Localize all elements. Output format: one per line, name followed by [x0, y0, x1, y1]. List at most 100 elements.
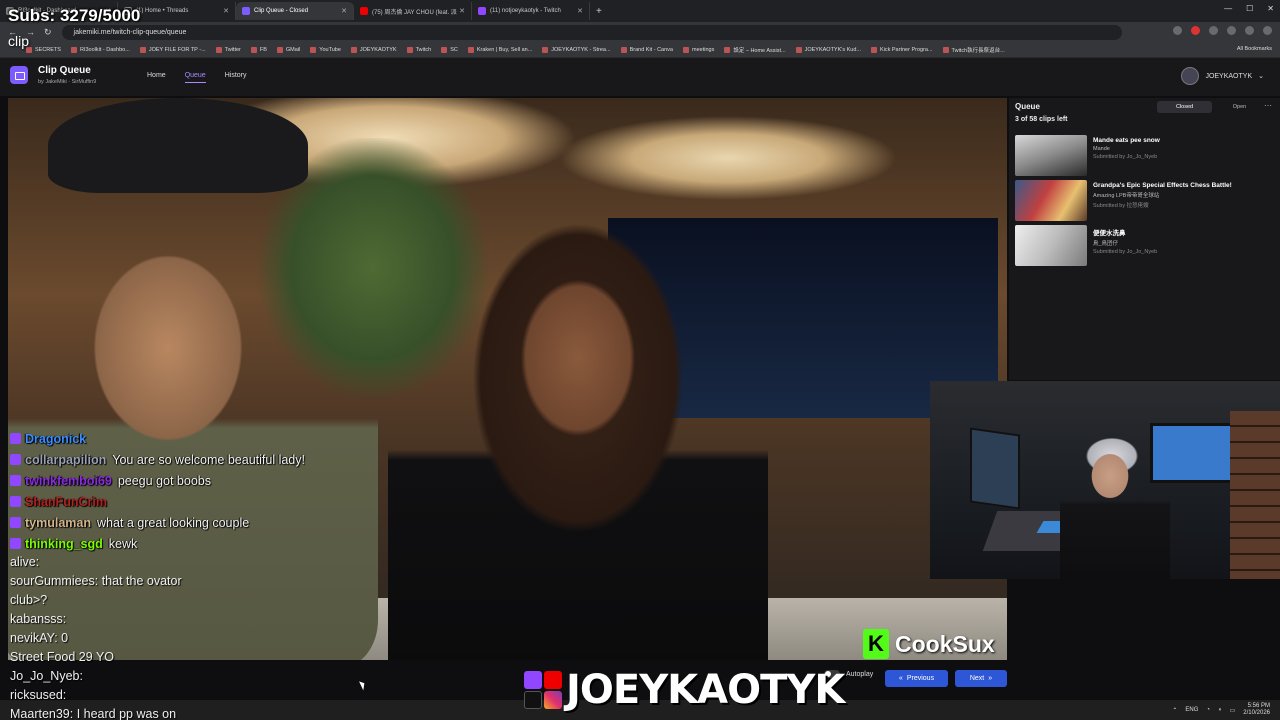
- menu-kebab-icon[interactable]: [1263, 26, 1272, 35]
- system-tray: ⌃ ENG ◔ ◖ ▭ 5:56 PM 2/10/2026: [1172, 703, 1270, 717]
- bookmark-label: Kick Partner Progra...: [879, 46, 933, 53]
- previous-button[interactable]: « Previous: [885, 670, 948, 687]
- bookmark-label: 設定 – Home Assist...: [733, 47, 786, 54]
- skip-back-icon: «: [898, 675, 903, 682]
- bookmark-item[interactable]: GMail: [276, 46, 301, 53]
- user-menu[interactable]: JOEYKAOTYK ⌄: [1181, 67, 1264, 85]
- bookmark-item[interactable]: JOEYKAOTYK's Kud...: [795, 46, 861, 53]
- battery-icon[interactable]: ▭: [1230, 707, 1236, 714]
- tab-favicon-icon: [360, 7, 368, 15]
- bookmark-item[interactable]: Twitter: [215, 46, 241, 53]
- queue-item[interactable]: 便便水洗鼻 鳥_鳥囝仔 Submitted by Jo_Jo_Nyeb: [1015, 225, 1273, 267]
- clip-channel: 鳥_鳥囝仔: [1093, 241, 1119, 247]
- chat-username: ShanFunCrim: [25, 495, 107, 509]
- tab-title: Clip Queue - Closed: [254, 8, 309, 14]
- next-button[interactable]: Next »: [955, 670, 1007, 687]
- close-icon[interactable]: ✕: [577, 7, 583, 15]
- close-icon[interactable]: ✕: [341, 7, 347, 15]
- bookmark-item[interactable]: 設定 – Home Assist...: [724, 46, 786, 54]
- nav-queue[interactable]: Queue: [184, 72, 206, 83]
- chat-message: Maarten39: I heard pp was on: [10, 707, 177, 720]
- extension-icon[interactable]: [1227, 26, 1236, 35]
- extension-icon[interactable]: [1209, 26, 1218, 35]
- nav-history[interactable]: History: [225, 72, 247, 83]
- chat-overlay: Dragonick collarpapilion You are so welcom…: [10, 432, 340, 558]
- browser-tab[interactable]: (11) notjoeykaotyk - Twitch ✕: [472, 2, 590, 20]
- bookmark-label: GMail: [285, 46, 301, 53]
- chat-message: Street Food 29 YO: [10, 650, 114, 664]
- reload-icon[interactable]: ↻: [44, 27, 52, 38]
- bookmark-item[interactable]: SC: [441, 46, 458, 53]
- bookmark-favicon-icon: [683, 46, 689, 53]
- bookmark-label: Twitch: [415, 46, 432, 53]
- queue-status-toggle: Closed Open: [1157, 101, 1267, 113]
- close-icon[interactable]: ✕: [459, 7, 465, 15]
- browser-tab-active[interactable]: Clip Queue - Closed ✕: [236, 2, 354, 20]
- bookmark-item[interactable]: Kraken | Buy, Sell an...: [467, 46, 533, 53]
- bookmark-label: SECRETS: [35, 46, 61, 53]
- tray-chevron-icon[interactable]: ⌃: [1172, 707, 1177, 714]
- chat-message: club>?: [10, 593, 48, 607]
- queue-item[interactable]: Grandpa's Epic Special Effects Chess Bat…: [1015, 180, 1273, 222]
- previous-label: Previous: [906, 675, 935, 682]
- bookmark-label: RI3oolkit - Dashbo...: [79, 46, 130, 53]
- queue-menu-icon[interactable]: ⋯: [1264, 101, 1272, 110]
- bookmark-label: Twitter: [224, 46, 241, 53]
- queue-count: 3 of 58 clips left: [1015, 116, 1068, 123]
- stream-brand-overlay: JOEYKAOTYK: [524, 668, 845, 712]
- maximize-icon[interactable]: ☐: [1246, 4, 1253, 13]
- bookmark-item[interactable]: SECRETS: [26, 46, 61, 53]
- extension-icon[interactable]: [1191, 26, 1200, 35]
- queue-item[interactable]: Mande eats pee snow Mande Submitted by J…: [1015, 135, 1273, 177]
- chat-message: kabansss:: [10, 612, 67, 626]
- bookmark-item[interactable]: JOEYKAOTYK - Strea...: [542, 46, 611, 53]
- clip-channel: Mande: [1093, 146, 1110, 152]
- volume-icon[interactable]: ◖: [1218, 707, 1222, 713]
- chat-message: twinkfemboi69 peegu got boobs: [10, 474, 340, 489]
- new-tab-icon[interactable]: +: [596, 6, 602, 17]
- taskbar-clock[interactable]: 5:56 PM 2/10/2026: [1243, 703, 1270, 717]
- wifi-icon[interactable]: ◔: [1206, 707, 1210, 713]
- chat-message: Dragonick: [10, 432, 340, 447]
- queue-closed-button[interactable]: Closed: [1157, 101, 1212, 113]
- bookmark-item[interactable]: FB: [250, 46, 267, 53]
- bookmarks-bar: SECRETS RI3oolkit - Dashbo... JOEY FILE FO…: [0, 42, 1280, 58]
- bookmark-favicon-icon: [620, 46, 627, 53]
- bookmark-favicon-icon: [350, 46, 357, 53]
- minimize-icon[interactable]: —: [1224, 4, 1232, 13]
- bookmark-label: JOEY FILE FOR TP -...: [148, 46, 206, 53]
- bookmark-item[interactable]: RI3oolkit - Dashbo...: [70, 46, 130, 53]
- chat-username: twinkfemboi69: [25, 474, 112, 488]
- next-label: Next: [969, 675, 985, 682]
- bookmark-favicon-icon: [441, 46, 448, 53]
- chat-username: collarpapilion: [25, 453, 107, 467]
- kick-watermark: K CookSux: [863, 628, 995, 660]
- url-input[interactable]: jakemiki.me/twitch-clip-queue/queue: [61, 24, 1122, 40]
- avatar: [1181, 67, 1200, 85]
- chat-text: peegu got boobs: [117, 474, 211, 488]
- close-window-icon[interactable]: ✕: [1267, 4, 1274, 13]
- clip-thumbnail: [1015, 135, 1087, 176]
- close-icon[interactable]: ✕: [223, 7, 229, 15]
- bookmark-item[interactable]: Brand Kit - Canva: [620, 46, 673, 53]
- browser-tab[interactable]: (75) 周杰倫 JAY CHOU (feat. 派 ✕: [354, 2, 472, 20]
- bookmark-item[interactable]: JOEY FILE FOR TP -...: [139, 46, 206, 53]
- tab-title: (11) notjoeykaotyk - Twitch: [490, 8, 561, 14]
- language-indicator[interactable]: ENG: [1185, 707, 1198, 713]
- bookmark-item[interactable]: Twitch: [406, 46, 432, 53]
- bookmark-item[interactable]: JOEYKAOTYK: [350, 46, 397, 53]
- queue-title: Queue: [1015, 102, 1040, 111]
- bookmark-favicon-icon: [276, 46, 283, 53]
- bookmark-item[interactable]: YouTube: [310, 46, 341, 53]
- bookmark-star-icon[interactable]: [1173, 26, 1182, 35]
- chat-text: what a great looking couple: [97, 516, 250, 530]
- nav-home[interactable]: Home: [147, 72, 166, 83]
- bookmark-label: Kraken | Buy, Sell an...: [476, 46, 533, 53]
- queue-open-button[interactable]: Open: [1212, 101, 1267, 113]
- all-bookmarks[interactable]: All Bookmarks: [1237, 46, 1272, 52]
- bookmark-item[interactable]: Twitch執行長祭返台...: [942, 46, 1005, 54]
- profile-avatar-icon[interactable]: [1245, 26, 1254, 35]
- tab-favicon-icon: [242, 7, 250, 15]
- bookmark-item[interactable]: Kick Partner Progra...: [870, 46, 933, 53]
- bookmark-item[interactable]: meetings: [683, 46, 714, 53]
